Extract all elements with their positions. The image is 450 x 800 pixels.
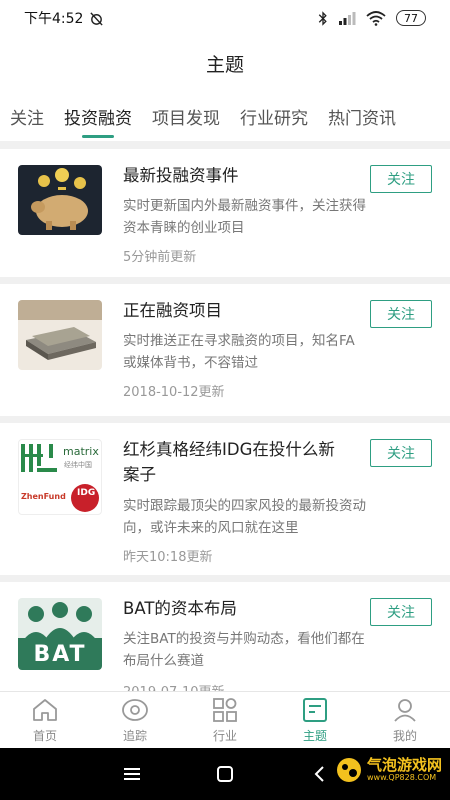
- follow-button[interactable]: 关注: [370, 165, 432, 193]
- nav-industry-label: 行业: [212, 729, 237, 743]
- nav-industry[interactable]: 行业: [180, 692, 270, 748]
- nav-topic-label: 主题: [302, 729, 327, 743]
- status-bar: 下午4:52 77: [0, 0, 450, 36]
- zhenfund-logo-text: ZhenFund: [21, 492, 66, 501]
- tab-bar: 关注 投资融资 项目发现 行业研究 热门资讯: [0, 96, 450, 140]
- divider: [0, 575, 450, 582]
- divider: [0, 416, 450, 423]
- card-title: 正在融资项目: [123, 301, 222, 320]
- nav-mine[interactable]: 我的: [360, 692, 450, 748]
- divider: [0, 277, 450, 284]
- wifi-icon: [366, 10, 386, 26]
- watermark: 气泡游戏网 www.QP828.COM: [335, 756, 442, 784]
- follow-button[interactable]: 关注: [370, 598, 432, 626]
- nav-home-label: 首页: [32, 729, 57, 743]
- user-icon: [394, 699, 416, 722]
- nav-track-label: 追踪: [122, 729, 147, 743]
- bottom-nav: 首页 追踪 行业 主题 我的: [0, 691, 450, 748]
- status-time: 下午4:52: [24, 11, 84, 27]
- card-title: BAT的资本布局: [123, 599, 237, 618]
- page-title: 主题: [205, 54, 244, 76]
- money-stack-image: [18, 300, 102, 370]
- piggy-bank-image: [18, 165, 102, 235]
- idg-logo-text: IDG: [77, 488, 96, 498]
- nav-topic[interactable]: 主题: [270, 692, 360, 748]
- watermark-text: 气泡游戏网: [366, 756, 442, 774]
- grid-icon: [213, 698, 237, 722]
- battery-level: 77: [404, 11, 418, 25]
- tab-investment[interactable]: 投资融资: [54, 96, 142, 140]
- alarm-off-icon: [90, 11, 104, 26]
- bat-logo-text: BAT: [33, 642, 87, 667]
- card-description: 实时更新国内外最新融资事件，关注获得资本青睐的创业项目: [123, 198, 366, 236]
- nav-mine-label: 我的: [392, 729, 417, 743]
- signal-icon: [339, 12, 356, 25]
- nav-track[interactable]: 追踪: [90, 692, 180, 748]
- tab-project-discovery[interactable]: 项目发现: [142, 96, 230, 140]
- status-icons: 77: [318, 10, 426, 26]
- bat-image: BAT: [18, 598, 102, 670]
- system-nav-bar: 气泡游戏网 www.QP828.COM: [0, 748, 450, 800]
- card-description: 实时跟踪最顶尖的四家风投的最新投资动向，或许未来的风口就在这里: [123, 498, 366, 536]
- tab-industry-research[interactable]: 行业研究: [230, 96, 318, 140]
- battery-icon: 77: [396, 10, 426, 26]
- card-description: 实时推送正在寻求融资的项目，知名FA或媒体背书，不容错过: [123, 333, 355, 371]
- matrix-logo-text: matrix: [63, 445, 99, 458]
- topic-card[interactable]: matrix 经纬中国 ZhenFund IDG 红杉真格经纬IDG在投什么新案…: [0, 423, 450, 575]
- topic-card[interactable]: 正在融资项目 实时推送正在寻求融资的项目，知名FA或媒体背书，不容错过 2018…: [0, 284, 450, 416]
- square-home-icon: [217, 766, 233, 782]
- tab-follow[interactable]: 关注: [0, 96, 54, 140]
- status-time-group: 下午4:52: [24, 8, 104, 28]
- card-update-time: 5分钟前更新: [123, 250, 197, 265]
- card-title: 红杉真格经纬IDG在投什么新案子: [123, 440, 335, 484]
- watermark-subtext: www.QP828.COM: [366, 773, 437, 782]
- bubble-logo-icon: [336, 758, 361, 782]
- topic-card[interactable]: 最新投融资事件 实时更新国内外最新融资事件，关注获得资本青睐的创业项目 5分钟前…: [0, 149, 450, 277]
- card-update-time: 2018-10-12更新: [123, 385, 225, 400]
- follow-button[interactable]: 关注: [370, 439, 432, 467]
- card-update-time: 昨天10:18更新: [123, 550, 213, 565]
- watermark-text-group: 气泡游戏网 www.QP828.COM: [367, 757, 442, 783]
- eye-icon: [122, 699, 148, 721]
- menu-button[interactable]: [118, 760, 146, 788]
- home-icon: [33, 699, 57, 721]
- back-icon: [314, 766, 324, 782]
- home-button[interactable]: [211, 760, 239, 788]
- bluetooth-icon: [318, 10, 327, 26]
- card-title: 最新投融资事件: [123, 166, 239, 185]
- tab-hot-news[interactable]: 热门资讯: [318, 96, 406, 140]
- card-description: 关注BAT的投资与并购动态，看他们都在布局什么赛道: [123, 631, 365, 669]
- topic-icon: [303, 698, 327, 722]
- topic-list: 最新投融资事件 实时更新国内外最新融资事件，关注获得资本青睐的创业项目 5分钟前…: [0, 141, 450, 722]
- back-button[interactable]: [305, 760, 333, 788]
- follow-button[interactable]: 关注: [370, 300, 432, 328]
- divider: [0, 141, 450, 149]
- vc-logos-image: matrix 经纬中国 ZhenFund IDG: [18, 439, 102, 515]
- matrix-cn-logo-text: 经纬中国: [64, 461, 92, 469]
- nav-home[interactable]: 首页: [0, 692, 90, 748]
- menu-icon: [124, 768, 140, 780]
